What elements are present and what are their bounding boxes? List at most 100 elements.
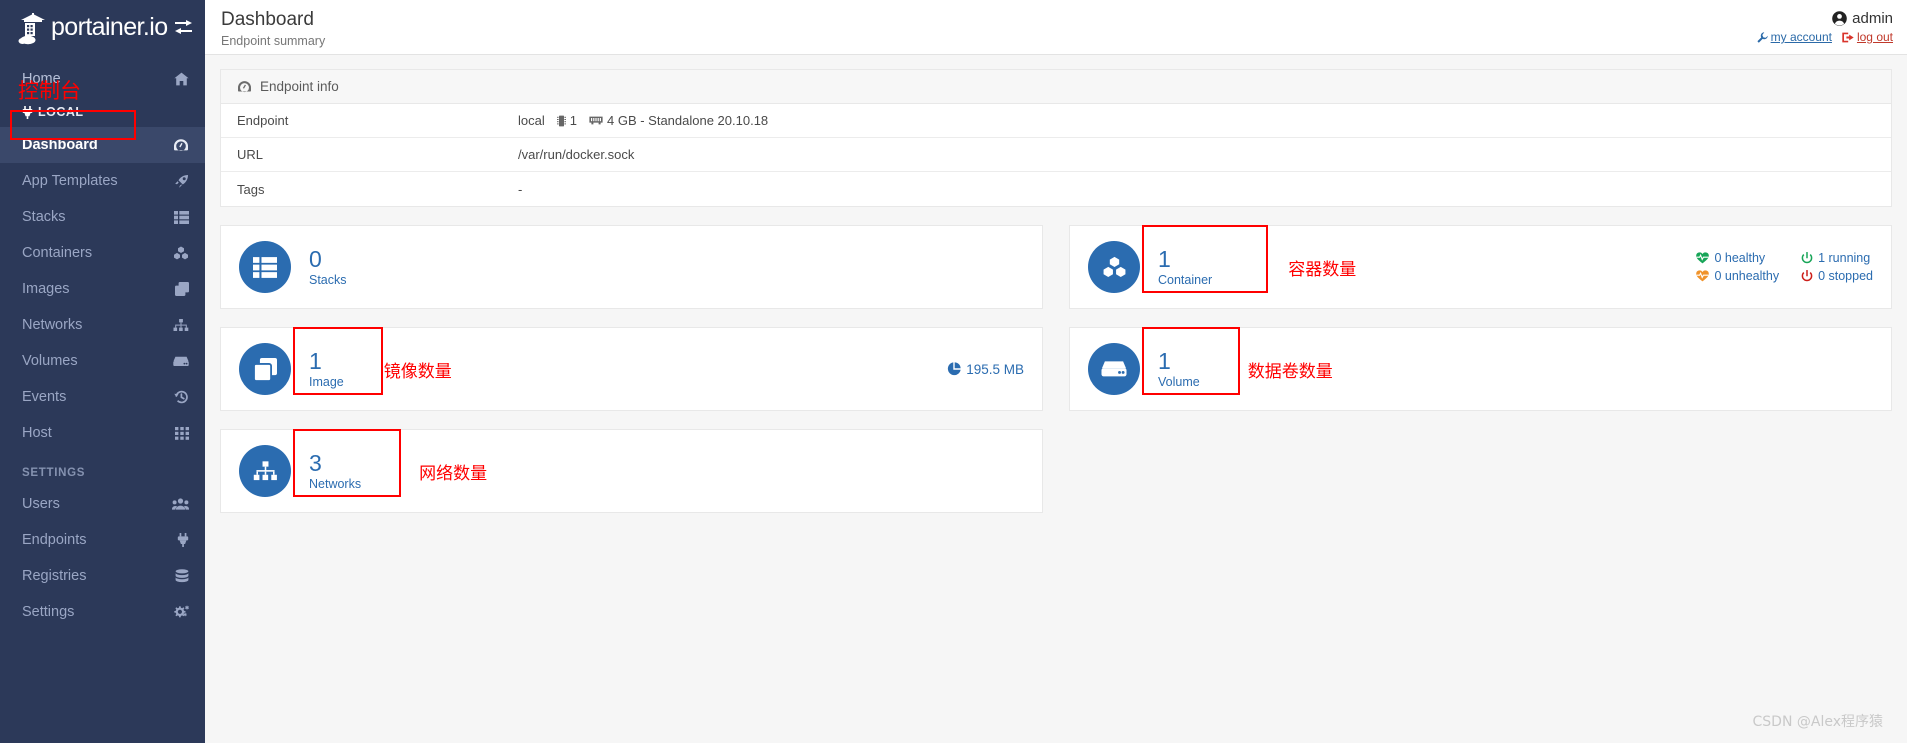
images-card-right: 195.5 MB [947,362,1024,377]
status-healthy-label: 0 healthy [1714,251,1766,265]
endpoint-row: Endpoint local 1 4 GB - Standalone 20.10… [221,104,1891,138]
sidebar-item-settings[interactable]: Settings [0,594,205,630]
tags-row-value: - [518,181,523,197]
sidebar-item-label: Registries [22,568,87,584]
sign-out-icon [1842,32,1854,43]
topbar: Dashboard Endpoint summary admin my acco… [205,0,1907,55]
list-icon [239,241,291,293]
networks-icon [239,445,291,497]
sidebar-item-label: Users [22,496,60,512]
images-label: Image [309,375,344,390]
networks-label: Networks [309,477,362,492]
images-card[interactable]: 1 Image 镜像数量 195.5 MB [220,326,1043,411]
endpoint-info-header: Endpoint info [221,70,1891,104]
sidebar-item-dashboard[interactable]: Dashboard [0,127,205,163]
sidebar-item-label: Networks [22,317,83,333]
endpoint-row-value: local 1 4 GB - Standalone 20.10.18 [518,113,768,128]
sidebar-item-label: Containers [22,245,93,261]
sidebar-item-endpoints[interactable]: Endpoints [0,522,205,558]
sidebar-item-volumes[interactable]: Volumes [0,343,205,379]
containers-count: 1 [1158,245,1171,272]
sidebar-item-host[interactable]: Host [0,415,205,451]
stacks-card[interactable]: 0 Stacks [220,225,1043,309]
portainer-logo-icon [18,11,48,45]
status-running: 1 running [1801,251,1873,265]
containers-card[interactable]: 1 Container 容器数量 0 healthy 1 running 0 u… [1069,224,1892,309]
url-row-value: /var/run/docker.sock [518,147,635,162]
my-account-link[interactable]: my account [1757,30,1832,44]
sidebar-item-label: Endpoints [22,532,87,548]
sidebar-item-stacks[interactable]: Stacks [0,199,205,235]
sidebar-item-images[interactable]: Images [0,271,205,307]
status-unhealthy: 0 unhealthy [1696,269,1779,283]
user-area: admin my account log out [1757,9,1893,44]
containers-card-text: 1 Container [1142,224,1268,293]
sidebar-item-app-templates[interactable]: App Templates [0,163,205,199]
networks-card[interactable]: 3 Networks 网络数量 [220,428,1043,513]
main-content: Dashboard Endpoint summary admin my acco… [205,0,1907,743]
sidebar-item-label: Events [22,389,67,405]
networks-count: 3 [309,449,322,476]
dashboard-cards-grid: 0 Stacks 1 Image 镜像数量 195.5 MB 3 Network… [220,224,1892,513]
cpu-icon [556,115,566,127]
wrench-icon [1757,31,1768,43]
memory-icon [589,115,603,126]
collapse-sidebar-icon[interactable] [174,19,193,36]
cards-column-left: 0 Stacks 1 Image 镜像数量 195.5 MB 3 Network… [220,225,1043,513]
database-icon [175,569,189,583]
volumes-label: Volume [1158,375,1200,390]
stacks-card-text: 0 Stacks [309,245,347,289]
sidebar-item-containers[interactable]: Containers [0,235,205,271]
sidebar-item-events[interactable]: Events [0,379,205,415]
power-green-icon [1801,252,1813,264]
sidebar-item-label: Dashboard [22,137,98,153]
cpu-count: 1 [569,113,577,128]
page-subtitle: Endpoint summary [221,33,326,48]
status-running-label: 1 running [1818,251,1871,265]
sidebar-nav: Home LOCAL Dashboard App Templates Stack… [0,55,205,630]
user-display: admin [1757,10,1893,27]
grid-icon [175,426,189,440]
user-name: admin [1852,10,1893,27]
memory-info: 4 GB - Standalone 20.10.18 [606,113,769,128]
dashboard-icon [173,138,189,152]
sidebar-section-settings: SETTINGS [22,467,86,479]
sidebar-local-endpoint: LOCAL [0,97,205,127]
dashboard-content: Endpoint info Endpoint local 1 4 GB - St… [205,55,1907,513]
images-size: 195.5 MB [966,361,1024,377]
containers-icon [173,246,189,260]
user-links: my account log out [1757,30,1893,44]
annotation-volumes-count: 数据卷数量 [1247,361,1333,382]
status-stopped: 0 stopped [1801,269,1873,283]
my-account-label: my account [1770,30,1832,44]
containers-icon [1088,241,1140,293]
volumes-card[interactable]: 1 Volume 数据卷数量 [1069,326,1892,411]
sidebar-item-home[interactable]: Home [0,61,205,97]
sidebar-item-networks[interactable]: Networks [0,307,205,343]
sidebar-item-label: Stacks [22,209,66,225]
url-row: URL /var/run/docker.sock [221,138,1891,172]
sidebar-item-registries[interactable]: Registries [0,558,205,594]
page-title: Dashboard [221,9,314,30]
gears-icon [173,605,189,619]
volumes-card-text: 1 Volume [1142,326,1240,395]
sidebar: portainer.io 控制台 Home LOCAL Dashboard Ap… [0,0,205,743]
volumes-count: 1 [1158,347,1171,374]
sidebar-item-label: App Templates [22,173,118,189]
log-out-link[interactable]: log out [1842,30,1893,44]
status-healthy: 0 healthy [1696,251,1779,265]
history-icon [174,390,189,404]
sidebar-item-label: Home [22,71,61,87]
stacks-count: 0 [309,245,322,272]
volume-icon [1088,343,1140,395]
sidebar-item-label: Settings [22,604,75,620]
endpoint-row-key: Endpoint [237,113,289,128]
images-icon [175,282,189,296]
cards-column-right: 1 Container 容器数量 0 healthy 1 running 0 u… [1069,224,1892,513]
plug-icon [22,105,33,119]
images-count: 1 [309,347,322,374]
rocket-icon [174,174,189,189]
watermark: CSDN @Alex程序猿 [1752,714,1883,730]
stacks-label: Stacks [309,273,347,288]
sidebar-item-users[interactable]: Users [0,486,205,522]
